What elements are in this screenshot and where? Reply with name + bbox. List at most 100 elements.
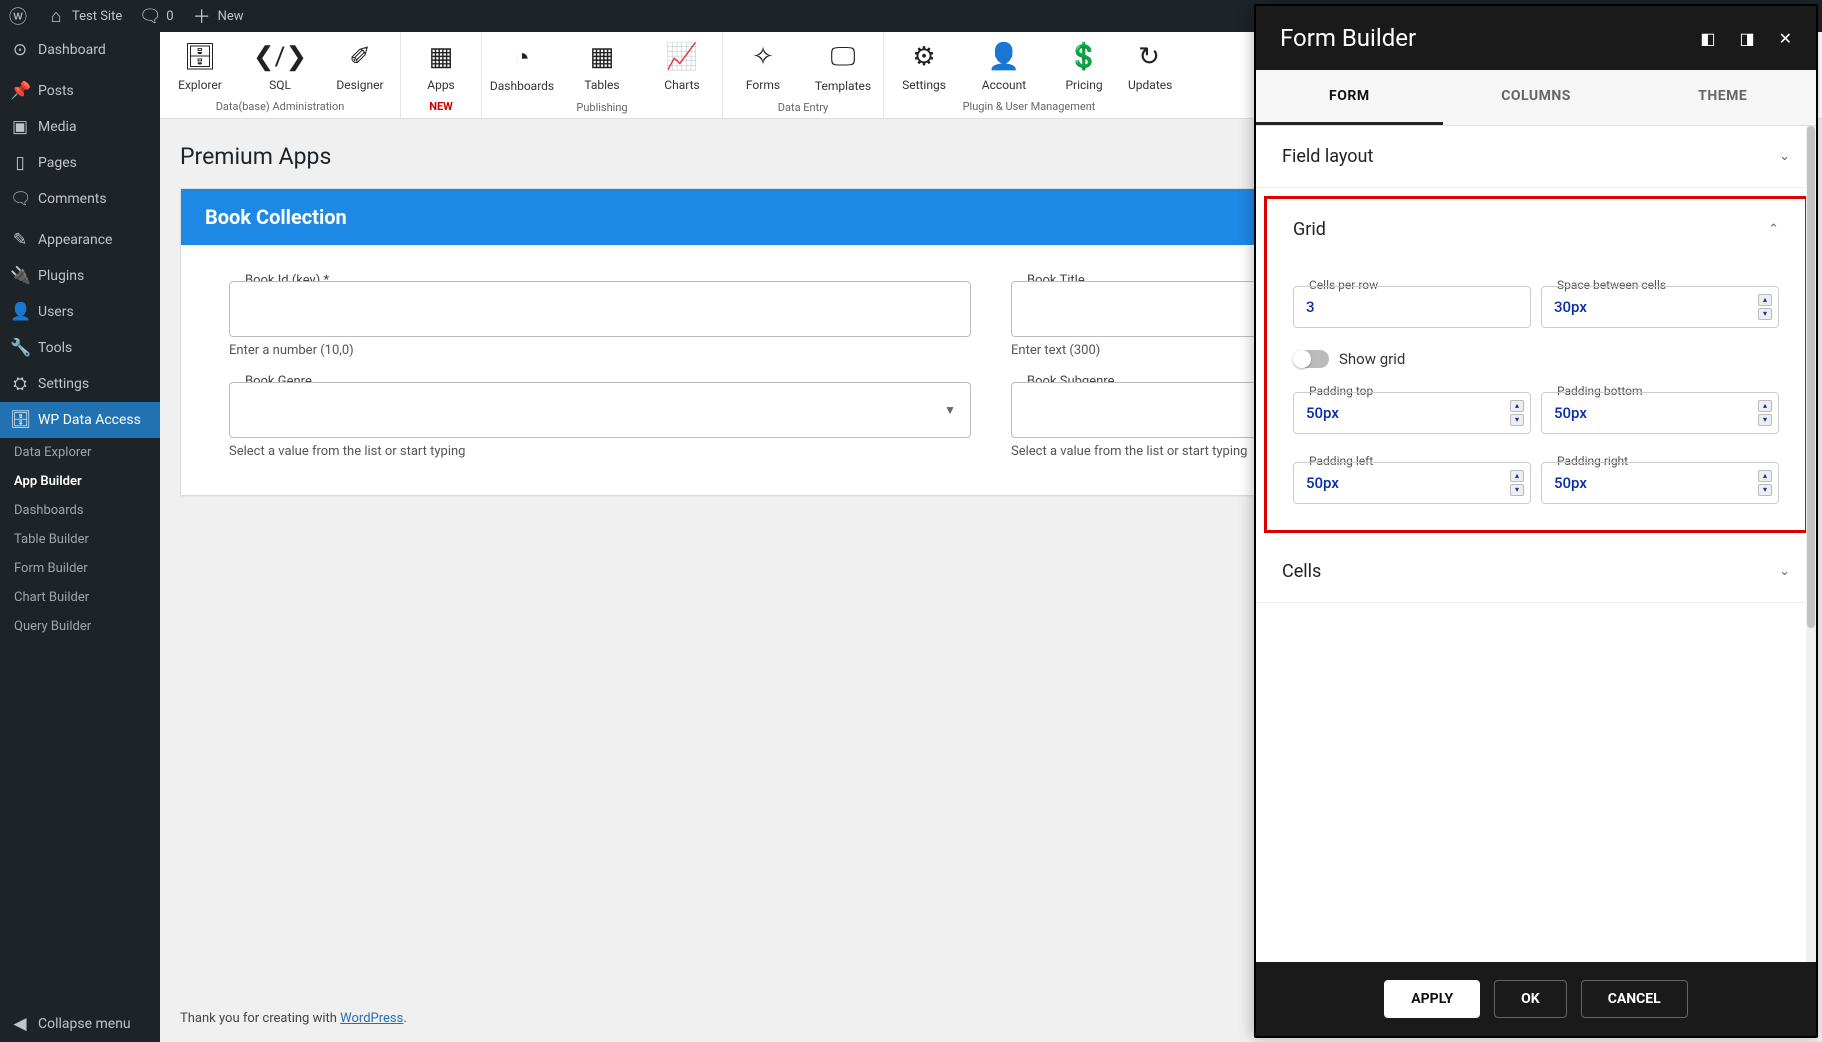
comments-count: 0	[166, 9, 173, 24]
collapse-menu[interactable]: ◀Collapse menu	[0, 1006, 160, 1042]
grid-section-highlight: Grid ⌃ Cells per row 3 Space between cel…	[1264, 196, 1808, 533]
step-down-icon[interactable]: ▾	[1758, 308, 1772, 320]
sidebar-item-users[interactable]: 👤 Users	[0, 294, 160, 330]
group-label: Plugin & User Management	[884, 98, 1174, 117]
book-genre-select[interactable]: ▼	[229, 382, 971, 438]
tool-templates[interactable]: 🖵Templates	[803, 32, 883, 99]
cells-per-row-input[interactable]: 3	[1293, 286, 1531, 328]
sidebar-item-comments[interactable]: 🗨Comments	[0, 181, 160, 217]
padding-right-input[interactable]: 50px ▴▾	[1541, 462, 1779, 504]
sidebar-sub-dashboards[interactable]: Dashboards	[0, 496, 160, 525]
sidebar-item-dashboard[interactable]: ⊙ Dashboard	[0, 32, 160, 68]
page-icon: ▯	[10, 153, 30, 173]
wp-logo[interactable]: ⓦ	[8, 6, 28, 26]
scrollbar[interactable]	[1806, 126, 1816, 962]
dock-right-icon[interactable]: ◨	[1739, 29, 1754, 48]
book-id-input[interactable]	[229, 281, 971, 337]
tool-pricing[interactable]: 💲Pricing	[1044, 32, 1124, 98]
sidebar-item-label: Users	[38, 304, 74, 320]
chevron-down-icon: ▼	[944, 403, 956, 417]
tool-designer[interactable]: ✐Designer	[320, 32, 400, 98]
sidebar-sub-chart-builder[interactable]: Chart Builder	[0, 583, 160, 612]
step-up-icon[interactable]: ▴	[1758, 294, 1772, 306]
tool-sql[interactable]: ❮/❯SQL	[240, 32, 320, 98]
step-down-icon[interactable]: ▾	[1510, 484, 1524, 496]
sidebar-item-label: Dashboard	[38, 42, 106, 58]
padding-bottom-input[interactable]: 50px ▴▾	[1541, 392, 1779, 434]
sidebar-item-media[interactable]: ▣Media	[0, 109, 160, 145]
sidebar-item-tools[interactable]: 🔧Tools	[0, 330, 160, 366]
padding-top-input[interactable]: 50px ▴▾	[1293, 392, 1531, 434]
apply-button[interactable]: APPLY	[1384, 980, 1480, 1018]
step-down-icon[interactable]: ▾	[1510, 414, 1524, 426]
step-up-icon[interactable]: ▴	[1758, 400, 1772, 412]
group-label: Data Entry	[723, 99, 883, 118]
tool-charts[interactable]: 📈Charts	[642, 32, 722, 99]
section-title: Grid	[1293, 219, 1326, 240]
sidebar-item-appearance[interactable]: ✎Appearance	[0, 222, 160, 258]
badge-new: NEW	[401, 98, 481, 117]
sidebar-item-wp-data-access[interactable]: 🗄WP Data Access	[0, 402, 160, 438]
new-content[interactable]: ＋ New	[192, 6, 244, 26]
tool-dashboards[interactable]: ◔Dashboards	[482, 32, 562, 99]
dock-left-icon[interactable]: ◧	[1700, 29, 1715, 48]
group-label: Publishing	[482, 99, 722, 118]
ok-button[interactable]: OK	[1494, 980, 1567, 1018]
toggle-label: Show grid	[1339, 350, 1405, 368]
wordpress-link[interactable]: WordPress	[340, 1011, 403, 1026]
sidebar-sub-query-builder[interactable]: Query Builder	[0, 612, 160, 641]
comments-bubble[interactable]: 🗨0	[140, 6, 173, 26]
sidebar-item-plugins[interactable]: 🔌Plugins	[0, 258, 160, 294]
sidebar-sub-form-builder[interactable]: Form Builder	[0, 554, 160, 583]
sidebar-item-settings[interactable]: ⛭Settings	[0, 366, 160, 402]
step-down-icon[interactable]: ▾	[1758, 414, 1772, 426]
collapse-icon: ◀	[10, 1014, 30, 1034]
close-icon[interactable]: ✕	[1779, 29, 1792, 48]
comment-icon: 🗨	[10, 189, 30, 209]
tool-explorer[interactable]: 🗄Explorer	[160, 32, 240, 98]
space-between-cells-input[interactable]: 30px ▴▾	[1541, 286, 1779, 328]
sidebar-item-posts[interactable]: 📌Posts	[0, 73, 160, 109]
tool-forms[interactable]: ✧Forms	[723, 32, 803, 99]
step-up-icon[interactable]: ▴	[1510, 400, 1524, 412]
site-name[interactable]: ⌂Test Site	[46, 6, 122, 26]
home-icon: ⌂	[46, 6, 66, 26]
step-up-icon[interactable]: ▴	[1758, 470, 1772, 482]
sidebar-item-label: Posts	[38, 83, 74, 99]
tool-account[interactable]: 👤Account	[964, 32, 1044, 98]
new-label: New	[218, 9, 244, 24]
tab-form[interactable]: FORM	[1256, 70, 1443, 125]
sidebar-sub-table-builder[interactable]: Table Builder	[0, 525, 160, 554]
user-icon: 👤	[10, 302, 30, 322]
tab-columns[interactable]: COLUMNS	[1443, 70, 1630, 125]
show-grid-toggle[interactable]	[1293, 350, 1329, 368]
group-label: Data(base) Administration	[160, 98, 400, 117]
sidebar-item-label: Plugins	[38, 268, 84, 284]
chevron-down-icon: ⌄	[1779, 149, 1790, 164]
sidebar-item-label: Pages	[38, 155, 77, 171]
sidebar-sub-app-builder[interactable]: App Builder	[0, 467, 160, 496]
cancel-button[interactable]: CANCEL	[1581, 980, 1688, 1018]
section-cells[interactable]: Cells ⌄	[1256, 541, 1816, 602]
tab-theme[interactable]: THEME	[1629, 70, 1816, 125]
tool-updates[interactable]: ↻Updates	[1124, 32, 1174, 98]
sidebar-item-label: WP Data Access	[38, 412, 141, 428]
section-grid[interactable]: Grid ⌃	[1267, 199, 1805, 260]
sidebar-sub-data-explorer[interactable]: Data Explorer	[0, 438, 160, 467]
field-padding-bottom: Padding bottom 50px ▴▾	[1541, 392, 1779, 434]
field-padding-left: Padding left 50px ▴▾	[1293, 462, 1531, 504]
tool-settings[interactable]: ⚙Settings	[884, 32, 964, 98]
sidebar-item-pages[interactable]: ▯ Pages	[0, 145, 160, 181]
tool-apps[interactable]: ▦Apps	[401, 32, 481, 98]
section-title: Field layout	[1282, 146, 1373, 167]
section-field-layout[interactable]: Field layout ⌄	[1256, 126, 1816, 187]
tool-tables[interactable]: ▦Tables	[562, 32, 642, 99]
step-up-icon[interactable]: ▴	[1510, 470, 1524, 482]
dashboard-icon: ⊙	[10, 40, 30, 60]
wrench-icon: 🔧	[10, 338, 30, 358]
padding-left-input[interactable]: 50px ▴▾	[1293, 462, 1531, 504]
brush-icon: ✎	[10, 230, 30, 250]
sidebar-item-label: Media	[38, 119, 77, 135]
step-down-icon[interactable]: ▾	[1758, 484, 1772, 496]
plus-icon: ＋	[192, 6, 212, 26]
